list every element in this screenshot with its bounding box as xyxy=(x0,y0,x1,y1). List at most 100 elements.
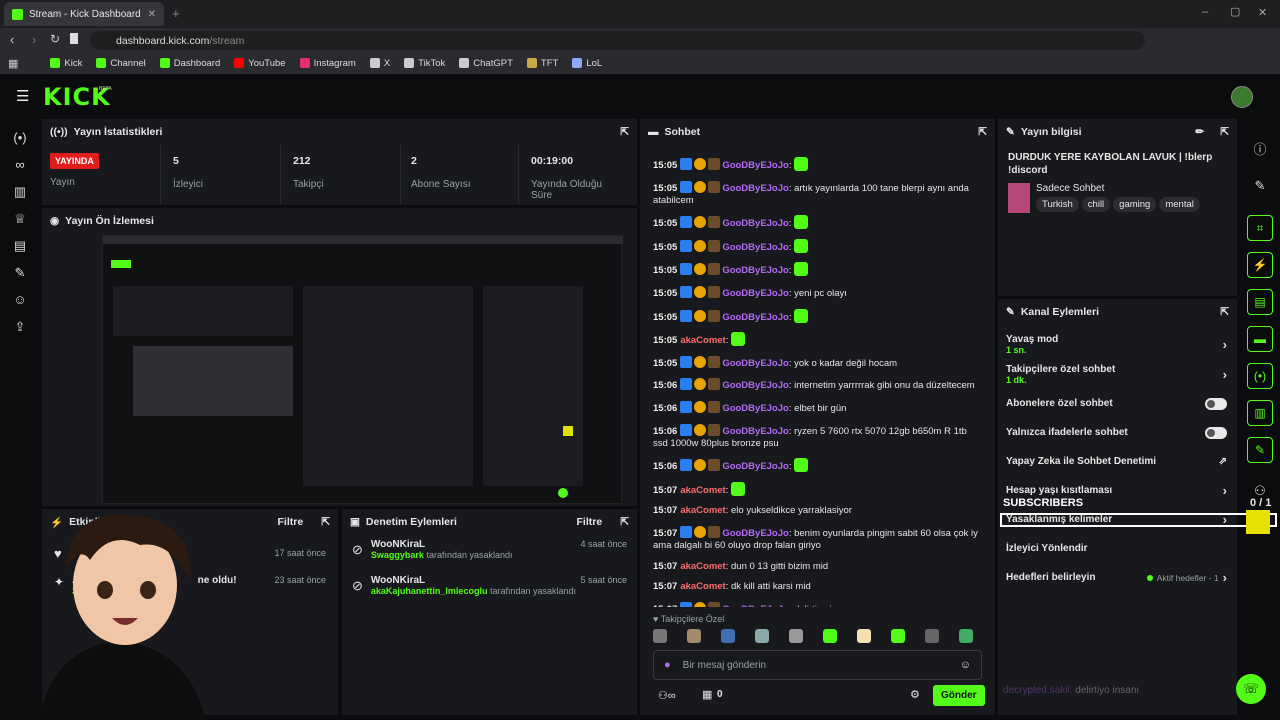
send-button[interactable]: Gönder xyxy=(933,685,985,706)
menu-icon[interactable]: ☰ xyxy=(16,87,29,105)
channel-action-row[interactable]: Abonelere özel sohbet xyxy=(998,389,1237,418)
chat-username[interactable]: GooDByEJoJo xyxy=(722,461,789,472)
link-icon[interactable]: ∞ xyxy=(0,151,40,178)
lightning-icon[interactable]: ⚡ xyxy=(1247,252,1273,278)
minimize-icon[interactable]: – xyxy=(1202,6,1208,18)
chat-username[interactable]: GooDByEJoJo xyxy=(722,288,789,299)
emote-icon[interactable] xyxy=(721,629,735,643)
broadcast-icon[interactable]: (•) xyxy=(1247,363,1273,389)
bookmark-item[interactable]: TikTok xyxy=(404,58,445,69)
emote-icon[interactable] xyxy=(755,629,769,643)
layout-icon[interactable]: ▥ xyxy=(1247,400,1273,426)
chat-input[interactable]: ● Bir mesaj gönderin ☺ xyxy=(653,650,982,680)
emote-icon[interactable] xyxy=(959,629,973,643)
emote-icon[interactable] xyxy=(925,629,939,643)
stream-icon[interactable]: (•) xyxy=(0,124,40,151)
gear-icon[interactable]: ⚙ xyxy=(910,688,920,701)
emote-icon[interactable] xyxy=(789,629,803,643)
window-close-icon[interactable]: ✕ xyxy=(1258,6,1267,19)
popout-icon[interactable]: ⇱ xyxy=(978,126,987,138)
bookmark-item[interactable]: Kick xyxy=(50,58,82,69)
toggle-switch[interactable] xyxy=(1205,397,1227,410)
channel-action-row[interactable]: Takipçilere özel sohbet 1 dk. › xyxy=(998,359,1237,389)
chat-username[interactable]: akaComet xyxy=(680,581,725,592)
channel-action-row[interactable]: Hedefleri belirleyin Aktif hedefler - 1 › xyxy=(998,563,1237,592)
bookmark-item[interactable]: LoL xyxy=(572,58,602,69)
chat-username[interactable]: GooDByEJoJo xyxy=(722,380,789,391)
chat-username[interactable]: GooDByEJoJo xyxy=(722,312,789,323)
upload-icon[interactable]: ⇪ xyxy=(0,313,40,340)
bookmark-item[interactable]: Dashboard xyxy=(159,58,220,69)
chat-username[interactable]: GooDByEJoJo xyxy=(722,160,789,171)
emote-icon[interactable] xyxy=(653,629,667,643)
browser-tab[interactable]: Stream - Kick Dashboard ✕ xyxy=(4,2,164,26)
wrench-icon[interactable]: ✎ xyxy=(1247,437,1273,463)
chat-username[interactable]: GooDByEJoJo xyxy=(722,604,789,607)
info-icon[interactable]: ⓘ xyxy=(1240,135,1280,162)
clip-icon[interactable]: ⌗ xyxy=(1247,215,1273,241)
popout-icon[interactable]: ⇱ xyxy=(620,516,629,528)
chat-username[interactable]: GooDByEJoJo xyxy=(722,358,789,369)
users-icon[interactable]: ⚇∞ xyxy=(658,689,676,702)
bookmark-item[interactable]: X xyxy=(369,58,390,69)
chat-username[interactable]: akaComet xyxy=(680,335,725,346)
trophy-icon[interactable]: ♕ xyxy=(0,205,40,232)
support-button[interactable]: ☏ xyxy=(1236,674,1266,704)
chat-username[interactable]: GooDByEJoJo xyxy=(722,426,789,437)
tag[interactable]: Turkish xyxy=(1036,197,1079,212)
chat-username[interactable]: GooDByEJoJo xyxy=(722,242,789,253)
reload-icon[interactable]: ↻ xyxy=(50,32,60,46)
chat-messages[interactable]: 15:05 GooDByEJoJo: 15:05 GooDByEJoJo: artı… xyxy=(653,157,988,607)
bookmark-item[interactable]: ChatGPT xyxy=(459,58,513,69)
chat-username[interactable]: akaComet xyxy=(680,561,725,572)
apps-grid-icon[interactable]: ▦ xyxy=(8,57,18,70)
popout-icon[interactable]: ⇱ xyxy=(1220,306,1229,318)
bookmark-item[interactable]: Channel xyxy=(96,58,146,69)
channel-action-row[interactable]: Yavaş mod 1 sn. › xyxy=(998,329,1237,359)
filter-button[interactable]: Filtre xyxy=(278,516,304,528)
mod-target[interactable]: akaKajuhanettin_Imlecoglu xyxy=(371,586,488,596)
popout-icon[interactable]: ⇱ xyxy=(321,516,330,528)
emote-icon[interactable] xyxy=(687,629,701,643)
channel-action-row[interactable]: Yapay Zeka ile Sohbet Denetimi ⇗ xyxy=(998,447,1237,476)
url-field[interactable]: dashboard.kick.com/stream xyxy=(90,31,1145,50)
popout-icon[interactable]: ⇱ xyxy=(1220,126,1229,138)
close-icon[interactable]: ✕ xyxy=(148,9,156,20)
filter-button[interactable]: Filtre xyxy=(577,516,603,528)
channel-action-row[interactable]: İzleyici Yönlendir xyxy=(998,534,1237,563)
bookmark-item[interactable]: YouTube xyxy=(234,58,286,69)
chat-username[interactable]: akaComet xyxy=(680,505,725,516)
category-name[interactable]: Sadece Sohbet xyxy=(1036,183,1203,194)
wrench-icon[interactable]: ✎ xyxy=(0,259,40,286)
back-icon[interactable]: ‹ xyxy=(10,32,14,47)
forward-icon[interactable]: › xyxy=(32,32,36,47)
users-icon[interactable]: ☺ xyxy=(0,286,40,313)
tag[interactable]: chill xyxy=(1081,197,1111,212)
mod-target[interactable]: Swaggybark xyxy=(371,550,424,560)
popout-icon[interactable]: ⇱ xyxy=(620,126,629,138)
chat-username[interactable]: GooDByEJoJo xyxy=(722,528,789,539)
tag[interactable]: gaming xyxy=(1113,197,1157,212)
avatar[interactable] xyxy=(1231,86,1253,108)
bookmark-icon[interactable] xyxy=(70,33,78,44)
new-tab-icon[interactable]: + xyxy=(172,6,180,21)
preview-video[interactable] xyxy=(102,235,623,504)
video-icon[interactable]: ▤ xyxy=(0,232,40,259)
toggle-switch[interactable] xyxy=(1205,426,1227,439)
chat-username[interactable]: GooDByEJoJo xyxy=(722,403,789,414)
chat-username[interactable]: GooDByEJoJo xyxy=(722,265,789,276)
chat-username[interactable]: GooDByEJoJo xyxy=(722,218,789,229)
emote-icon[interactable] xyxy=(891,629,905,643)
pencil-icon[interactable]: ✎ xyxy=(1240,172,1280,199)
analytics-icon[interactable]: ▥ xyxy=(0,178,40,205)
clipboard-icon[interactable]: ▤ xyxy=(1247,289,1273,315)
emoji-icon[interactable]: ☺ xyxy=(960,659,971,671)
tag[interactable]: mental xyxy=(1159,197,1200,212)
chat-username[interactable]: akaComet xyxy=(680,485,725,496)
mic-icon[interactable]: ● xyxy=(664,659,671,671)
emote-icon[interactable] xyxy=(823,629,837,643)
chat-username[interactable]: GooDByEJoJo xyxy=(722,183,789,194)
edit-icon[interactable]: ✏ xyxy=(1195,126,1204,138)
chat-icon[interactable]: ▬ xyxy=(1247,326,1273,352)
bookmark-item[interactable]: TFT xyxy=(526,58,558,69)
